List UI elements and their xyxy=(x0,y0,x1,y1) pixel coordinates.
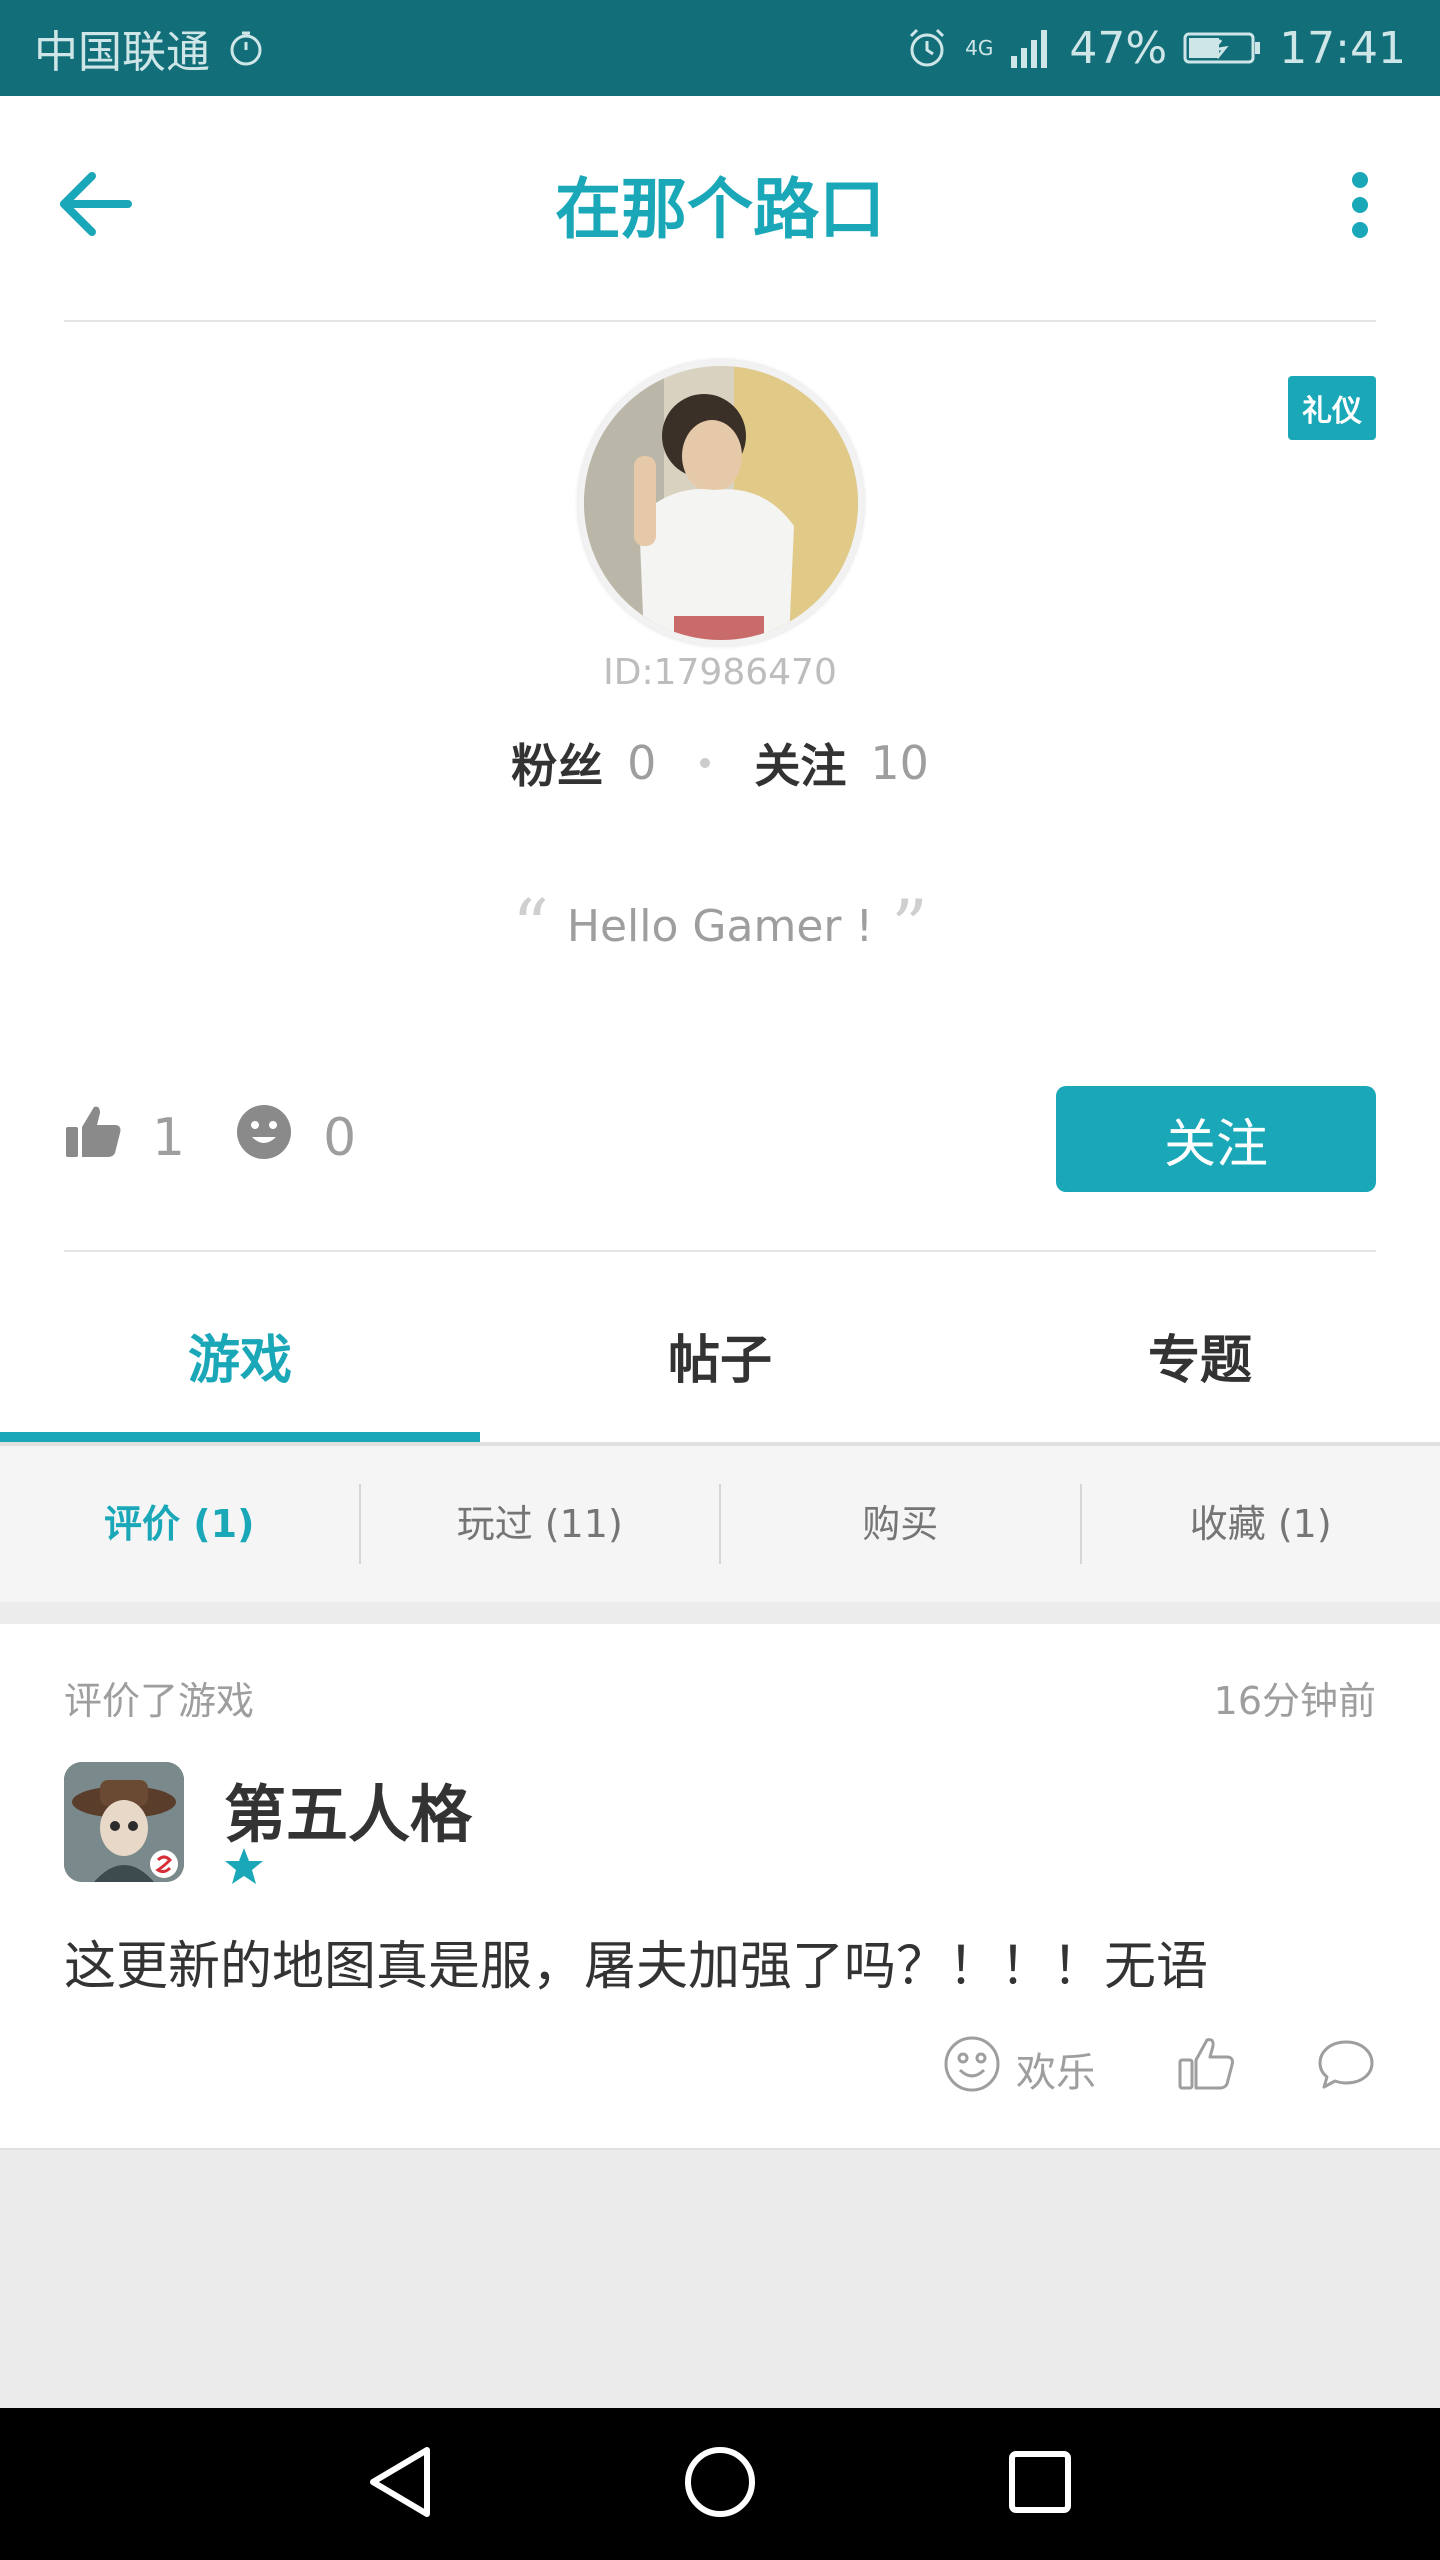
fans-count[interactable]: 0 xyxy=(627,736,656,790)
etiquette-badge[interactable]: 礼仪 xyxy=(1288,376,1376,440)
subtab-purchased[interactable]: 购买 xyxy=(721,1484,1082,1564)
tab-topics[interactable]: 专题 xyxy=(960,1252,1440,1442)
happy-reaction-button[interactable]: 欢乐 xyxy=(942,2034,1096,2104)
section-separator xyxy=(0,1602,1440,1624)
likes-stat[interactable]: 1 xyxy=(64,1103,185,1174)
thumbs-up-icon xyxy=(64,1103,122,1174)
more-vert-icon xyxy=(1350,170,1370,244)
header-divider xyxy=(64,320,1376,322)
triangle-back-icon xyxy=(365,2444,435,2524)
status-bar: 中国联通 4G 47% 17:41 xyxy=(0,0,1440,96)
signal-icon xyxy=(1009,26,1053,70)
review-actions: 欢乐 xyxy=(942,2034,1376,2104)
nav-back-button[interactable] xyxy=(355,2439,445,2529)
bio: “ Hello Gamer ! ” xyxy=(0,890,1440,962)
subtab-reviews[interactable]: 评价 (1) xyxy=(0,1484,361,1564)
like-button[interactable] xyxy=(1176,2034,1236,2104)
subtab-played[interactable]: 玩过 (11) xyxy=(361,1484,721,1564)
following-count[interactable]: 10 xyxy=(870,736,929,790)
alarm-icon xyxy=(905,26,949,70)
system-navigation-bar xyxy=(0,2408,1440,2560)
game-subtabs: 评价 (1) 玩过 (11) 购买 收藏 (1) xyxy=(0,1446,1440,1602)
separator-dot xyxy=(700,758,711,768)
tab-posts[interactable]: 帖子 xyxy=(480,1252,960,1442)
active-tab-indicator xyxy=(0,1432,480,1442)
network-type: 4G xyxy=(965,36,994,60)
follow-counts: 粉丝 0 关注 10 xyxy=(0,730,1440,796)
star-rating xyxy=(224,1846,264,1890)
follow-button[interactable]: 关注 xyxy=(1056,1086,1376,1192)
top-app-bar: 在那个路口 xyxy=(0,96,1440,322)
comment-bubble-icon xyxy=(1316,2034,1376,2104)
tab-games[interactable]: 游戏 xyxy=(0,1252,480,1442)
smiley-icon xyxy=(235,1103,293,1174)
battery-percent: 47% xyxy=(1069,22,1168,74)
circle-home-icon xyxy=(682,2444,758,2524)
page-title: 在那个路口 xyxy=(555,171,885,248)
review-timestamp: 16分钟前 xyxy=(1213,1679,1376,1723)
review-action-label: 评价了游戏 xyxy=(64,1679,255,1723)
comment-button[interactable] xyxy=(1316,2034,1376,2104)
likes-count: 1 xyxy=(152,1108,186,1168)
empty-area xyxy=(0,2148,1440,2408)
subtab-favorites[interactable]: 收藏 (1) xyxy=(1082,1484,1440,1564)
stopwatch-icon xyxy=(226,28,266,68)
quote-open-icon: “ xyxy=(512,884,549,968)
battery-icon xyxy=(1183,28,1263,68)
happy-count: 0 xyxy=(323,1108,357,1168)
fans-label[interactable]: 粉丝 xyxy=(511,730,603,796)
game-icon[interactable] xyxy=(64,1762,184,1882)
star-icon xyxy=(224,1846,264,1890)
thumbs-up-outline-icon xyxy=(1176,2034,1236,2104)
reaction-stats: 1 0 xyxy=(64,1085,356,1191)
square-recents-icon xyxy=(1007,2449,1073,2519)
review-text[interactable]: 这更新的地图真是服，屠夫加强了吗？！！！无语 xyxy=(64,1924,1208,1999)
avatar[interactable] xyxy=(578,360,864,646)
game-name[interactable]: 第五人格 xyxy=(224,1764,472,1854)
review-card[interactable]: 评价了游戏 16分钟前 第五人格 这更新的地图真是服，屠夫加强了吗？！！！无语 … xyxy=(0,1624,1440,2148)
nav-recents-button[interactable] xyxy=(995,2439,1085,2529)
bio-text: Hello Gamer ! xyxy=(566,900,874,952)
clock: 17:41 xyxy=(1279,22,1406,74)
carrier-label: 中国联通 xyxy=(34,27,210,78)
happy-stat[interactable]: 0 xyxy=(235,1103,356,1174)
nav-home-button[interactable] xyxy=(675,2439,765,2529)
smiley-outline-icon xyxy=(942,2034,1002,2104)
more-options-button[interactable] xyxy=(1320,172,1400,242)
user-id: ID:17986470 xyxy=(603,652,837,693)
profile-tabs: 游戏 帖子 专题 xyxy=(0,1252,1440,1442)
happy-reaction-label: 欢乐 xyxy=(1016,2050,1096,2096)
quote-close-icon: ” xyxy=(891,884,928,968)
following-label[interactable]: 关注 xyxy=(754,730,846,796)
